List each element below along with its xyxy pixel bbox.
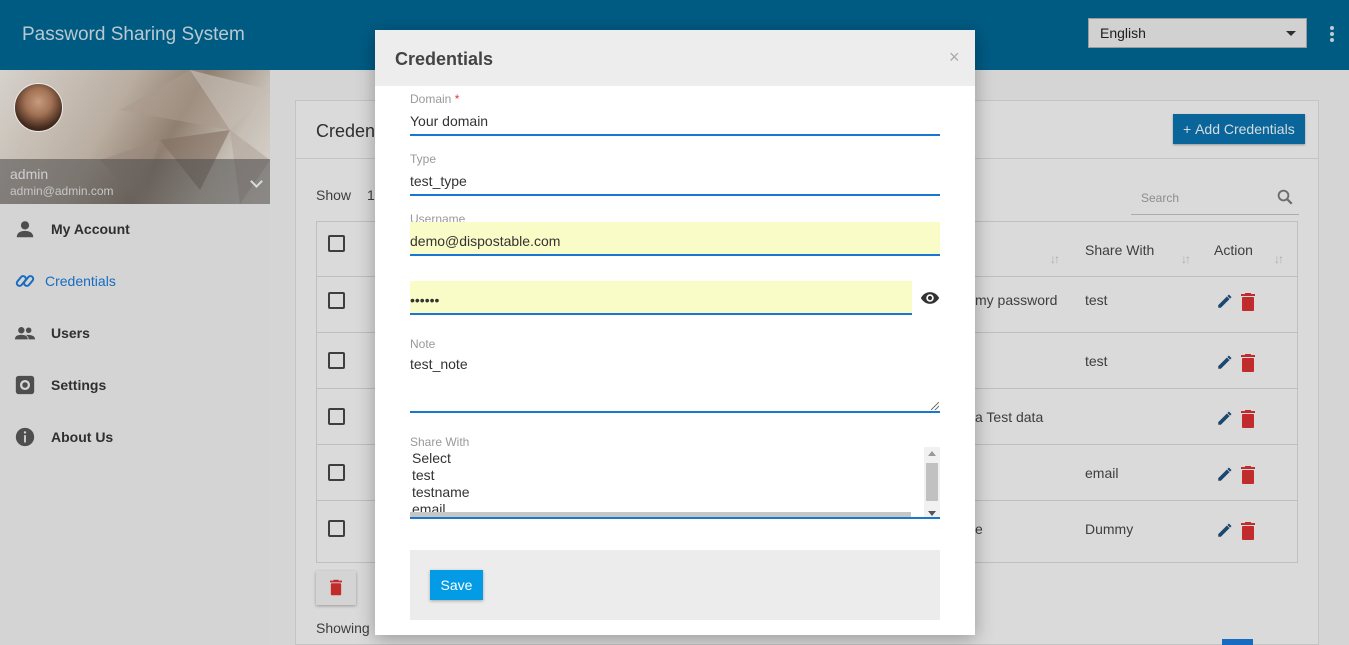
listbox-option[interactable]: test xyxy=(412,467,435,483)
share-with-listbox[interactable]: Select test testname email xyxy=(410,447,940,519)
listbox-option[interactable]: Select xyxy=(412,450,451,466)
resize-handle-icon[interactable] xyxy=(931,402,939,410)
modal-header: Credentials × xyxy=(375,30,975,86)
username-field: Username xyxy=(410,212,940,256)
type-field: Type xyxy=(410,152,940,196)
note-value: test_note xyxy=(410,356,468,372)
username-input[interactable] xyxy=(410,222,940,256)
save-button[interactable]: Save xyxy=(430,570,483,600)
share-with-field: Share With Select test testname email xyxy=(410,435,940,525)
eye-icon[interactable] xyxy=(920,291,940,305)
password-input[interactable] xyxy=(410,281,912,315)
listbox-option-selected[interactable] xyxy=(410,512,911,517)
modal-title: Credentials xyxy=(395,49,494,69)
note-textarea[interactable]: test_note xyxy=(410,349,940,413)
password-field xyxy=(410,281,940,317)
note-field: Note test_note xyxy=(410,337,940,419)
close-icon[interactable]: × xyxy=(949,47,960,68)
scrollbar-thumb[interactable] xyxy=(926,463,938,501)
domain-field: Domain * xyxy=(410,92,940,136)
listbox-option[interactable]: testname xyxy=(412,484,470,500)
scroll-up-icon[interactable] xyxy=(928,451,936,456)
domain-input[interactable] xyxy=(410,102,940,136)
credentials-modal: Credentials × Domain * Type Username Not… xyxy=(375,30,975,635)
modal-footer: Save xyxy=(410,550,940,620)
type-input[interactable] xyxy=(410,162,940,196)
scroll-down-icon[interactable] xyxy=(928,511,936,516)
